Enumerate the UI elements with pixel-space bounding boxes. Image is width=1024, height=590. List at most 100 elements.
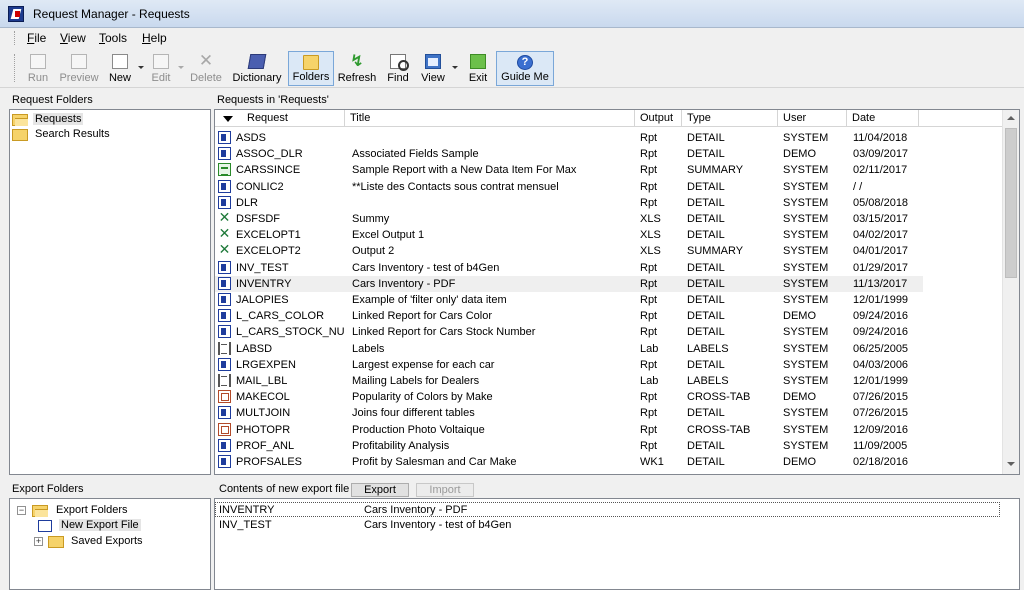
menu-file[interactable]: File (27, 31, 46, 45)
menu-help[interactable]: Help (142, 31, 167, 45)
cell-type: CROSS-TAB (687, 423, 751, 436)
cell-date: 12/01/1999 (853, 375, 909, 387)
cell-user: SYSTEM (783, 245, 829, 258)
import-button[interactable]: Import (416, 483, 474, 497)
cell-output: Rpt (640, 196, 658, 209)
preview-icon (71, 54, 87, 69)
refresh-button[interactable]: ↯ Refresh (336, 51, 378, 86)
cell-type: DETAIL (687, 148, 725, 161)
cell-date: 01/29/2017 (853, 261, 909, 274)
cell-date: 03/09/2017 (853, 148, 909, 161)
table-row[interactable]: ✕ EXCELOPT1 Excel Output 1 XLS DETAIL SYSTEM 0… (215, 227, 923, 243)
menu-tools[interactable]: Tools (99, 31, 127, 45)
report-icon (218, 147, 231, 161)
excel-icon: ✕ (218, 226, 231, 243)
table-row[interactable]: DLR Rpt DETAIL SYSTEM 05/08/2018 (215, 195, 923, 211)
cell-output: Rpt (640, 148, 658, 161)
cell-title: Example of 'filter only' data item (352, 294, 507, 306)
find-button[interactable]: Find (382, 51, 414, 86)
requests-vertical-scrollbar[interactable] (1002, 110, 1019, 474)
saved-exports-item[interactable]: + Saved Exports (34, 534, 204, 550)
dictionary-button[interactable]: Dictionary (228, 51, 286, 86)
scroll-up-arrow-icon[interactable] (1007, 116, 1015, 120)
menu-bar: File View Tools Help (0, 28, 1024, 48)
column-request[interactable]: Request (215, 110, 345, 127)
table-row[interactable]: PHOTOPR Production Photo Voltaique Rpt CROS… (215, 422, 923, 438)
table-row[interactable]: L_CARS_STOCK_NU Linked Report for Cars St… (215, 324, 923, 340)
table-row[interactable]: ✕ EXCELOPT2 Output 2 XLS SUMMARY SYSTEM 04/01/… (215, 243, 923, 259)
scroll-down-arrow-icon[interactable] (1007, 462, 1015, 466)
cell-date: 02/18/2016 (853, 456, 909, 468)
export-row[interactable]: INV_TEST Cars Inventory - test of b4Gen (215, 518, 1000, 533)
menu-view[interactable]: View (60, 31, 86, 45)
column-user[interactable]: User (778, 110, 847, 127)
cell-title: Cars Inventory - test of b4Gen (352, 261, 500, 274)
table-row[interactable]: PROFSALES Profit by Salesman and Car Make… (215, 454, 923, 470)
export-button[interactable]: Export (351, 483, 409, 497)
cross-tab-icon (218, 390, 231, 404)
cell-type: SUMMARY (687, 245, 744, 258)
cell-user: SYSTEM (783, 132, 829, 144)
column-title[interactable]: Title (345, 110, 635, 127)
exit-button[interactable]: Exit (463, 51, 493, 86)
folders-button[interactable]: Folders (288, 51, 334, 86)
folder-requests[interactable]: Requests (12, 112, 202, 128)
table-row[interactable]: PROF_ANL Profitability Analysis Rpt DETAIL S… (215, 438, 923, 454)
table-row[interactable]: LRGEXPEN Largest expense for each car Rpt D… (215, 357, 923, 373)
table-row[interactable]: MULTJOIN Joins four different tables Rpt DE… (215, 405, 923, 421)
column-date[interactable]: Date (847, 110, 919, 127)
table-row[interactable]: MAIL_LBL Mailing Labels for Dealers Lab LAB… (215, 373, 923, 389)
cell-date: 06/25/2005 (853, 342, 909, 355)
table-row[interactable]: CONLIC2 **Liste des Contacts sous contrat… (215, 179, 923, 195)
report-icon (218, 438, 231, 452)
refresh-icon: ↯ (350, 53, 364, 70)
expand-plus-icon[interactable]: + (34, 537, 43, 546)
table-row[interactable]: INV_TEST Cars Inventory - test of b4Gen Rp… (215, 260, 923, 276)
export-row[interactable]: INVENTRY Cars Inventory - PDF (215, 502, 1000, 517)
cell-output: XLS (640, 229, 661, 242)
new-dropdown-arrow-icon[interactable] (138, 66, 144, 69)
collapse-minus-icon[interactable]: − (17, 506, 26, 515)
export-file-icon (38, 520, 52, 532)
edit-button[interactable]: Edit (145, 51, 177, 86)
table-row[interactable]: L_CARS_COLOR Linked Report for Cars Color… (215, 308, 923, 324)
column-type[interactable]: Type (682, 110, 778, 127)
cell-date: 11/09/2005 (853, 439, 908, 452)
cell-title: Profitability Analysis (352, 439, 450, 452)
table-row[interactable]: MAKECOL Popularity of Colors by Make Rpt CR… (215, 389, 923, 405)
delete-button[interactable]: ✕ Delete (187, 51, 225, 86)
view-button[interactable]: View (417, 51, 449, 86)
view-dropdown-arrow-icon[interactable] (452, 66, 458, 69)
cell-type: DETAIL (687, 229, 725, 242)
cell-date: 09/24/2016 (853, 326, 909, 339)
table-row[interactable]: ASDS Rpt DETAIL SYSTEM 11/04/2018 (215, 130, 923, 146)
cell-output: Rpt (640, 294, 658, 306)
cross-tab-icon (218, 422, 231, 436)
run-button[interactable]: Run (22, 51, 54, 86)
column-output[interactable]: Output (635, 110, 682, 127)
scroll-thumb[interactable] (1005, 128, 1017, 278)
table-row[interactable]: ASSOC_DLR Associated Fields Sample Rpt DETA… (215, 146, 923, 162)
delete-x-icon: ✕ (198, 51, 214, 70)
export-folders-header: Export Folders (9, 480, 209, 498)
new-export-file-item[interactable]: New Export File (38, 518, 208, 534)
cell-date: 07/26/2015 (853, 391, 909, 404)
guide-me-button[interactable]: ? Guide Me (496, 51, 554, 86)
toolbar-grip (14, 54, 17, 82)
export-contents-header: Contents of new export file (216, 480, 356, 498)
table-row[interactable]: LABSD Labels Lab LABELS SYSTEM 06/25/2005 (215, 341, 923, 357)
window-title: Request Manager - Requests (33, 7, 190, 21)
requests-list-header: Requests in 'Requests' (214, 91, 614, 109)
new-button[interactable]: New (104, 51, 136, 86)
cell-date: 04/03/2006 (853, 358, 909, 371)
export-folders-root[interactable]: − Export Folders (17, 503, 208, 519)
table-row[interactable]: JALOPIES Example of 'filter only' data it… (215, 292, 923, 308)
cell-request: CARSSINCE (236, 164, 301, 177)
preview-button[interactable]: Preview (57, 51, 101, 86)
edit-dropdown-arrow-icon[interactable] (178, 66, 184, 69)
folder-search-results[interactable]: Search Results (12, 127, 202, 143)
table-row[interactable]: CARSSINCE Sample Report with a New Data I… (215, 162, 923, 178)
cell-type: LABELS (687, 375, 729, 387)
table-row[interactable]: INVENTRY Cars Inventory - PDF Rpt DETAIL SYS… (215, 275, 923, 292)
table-row[interactable]: ✕ DSFSDF Summy XLS DETAIL SYSTEM 03/15/2017 (215, 211, 923, 227)
